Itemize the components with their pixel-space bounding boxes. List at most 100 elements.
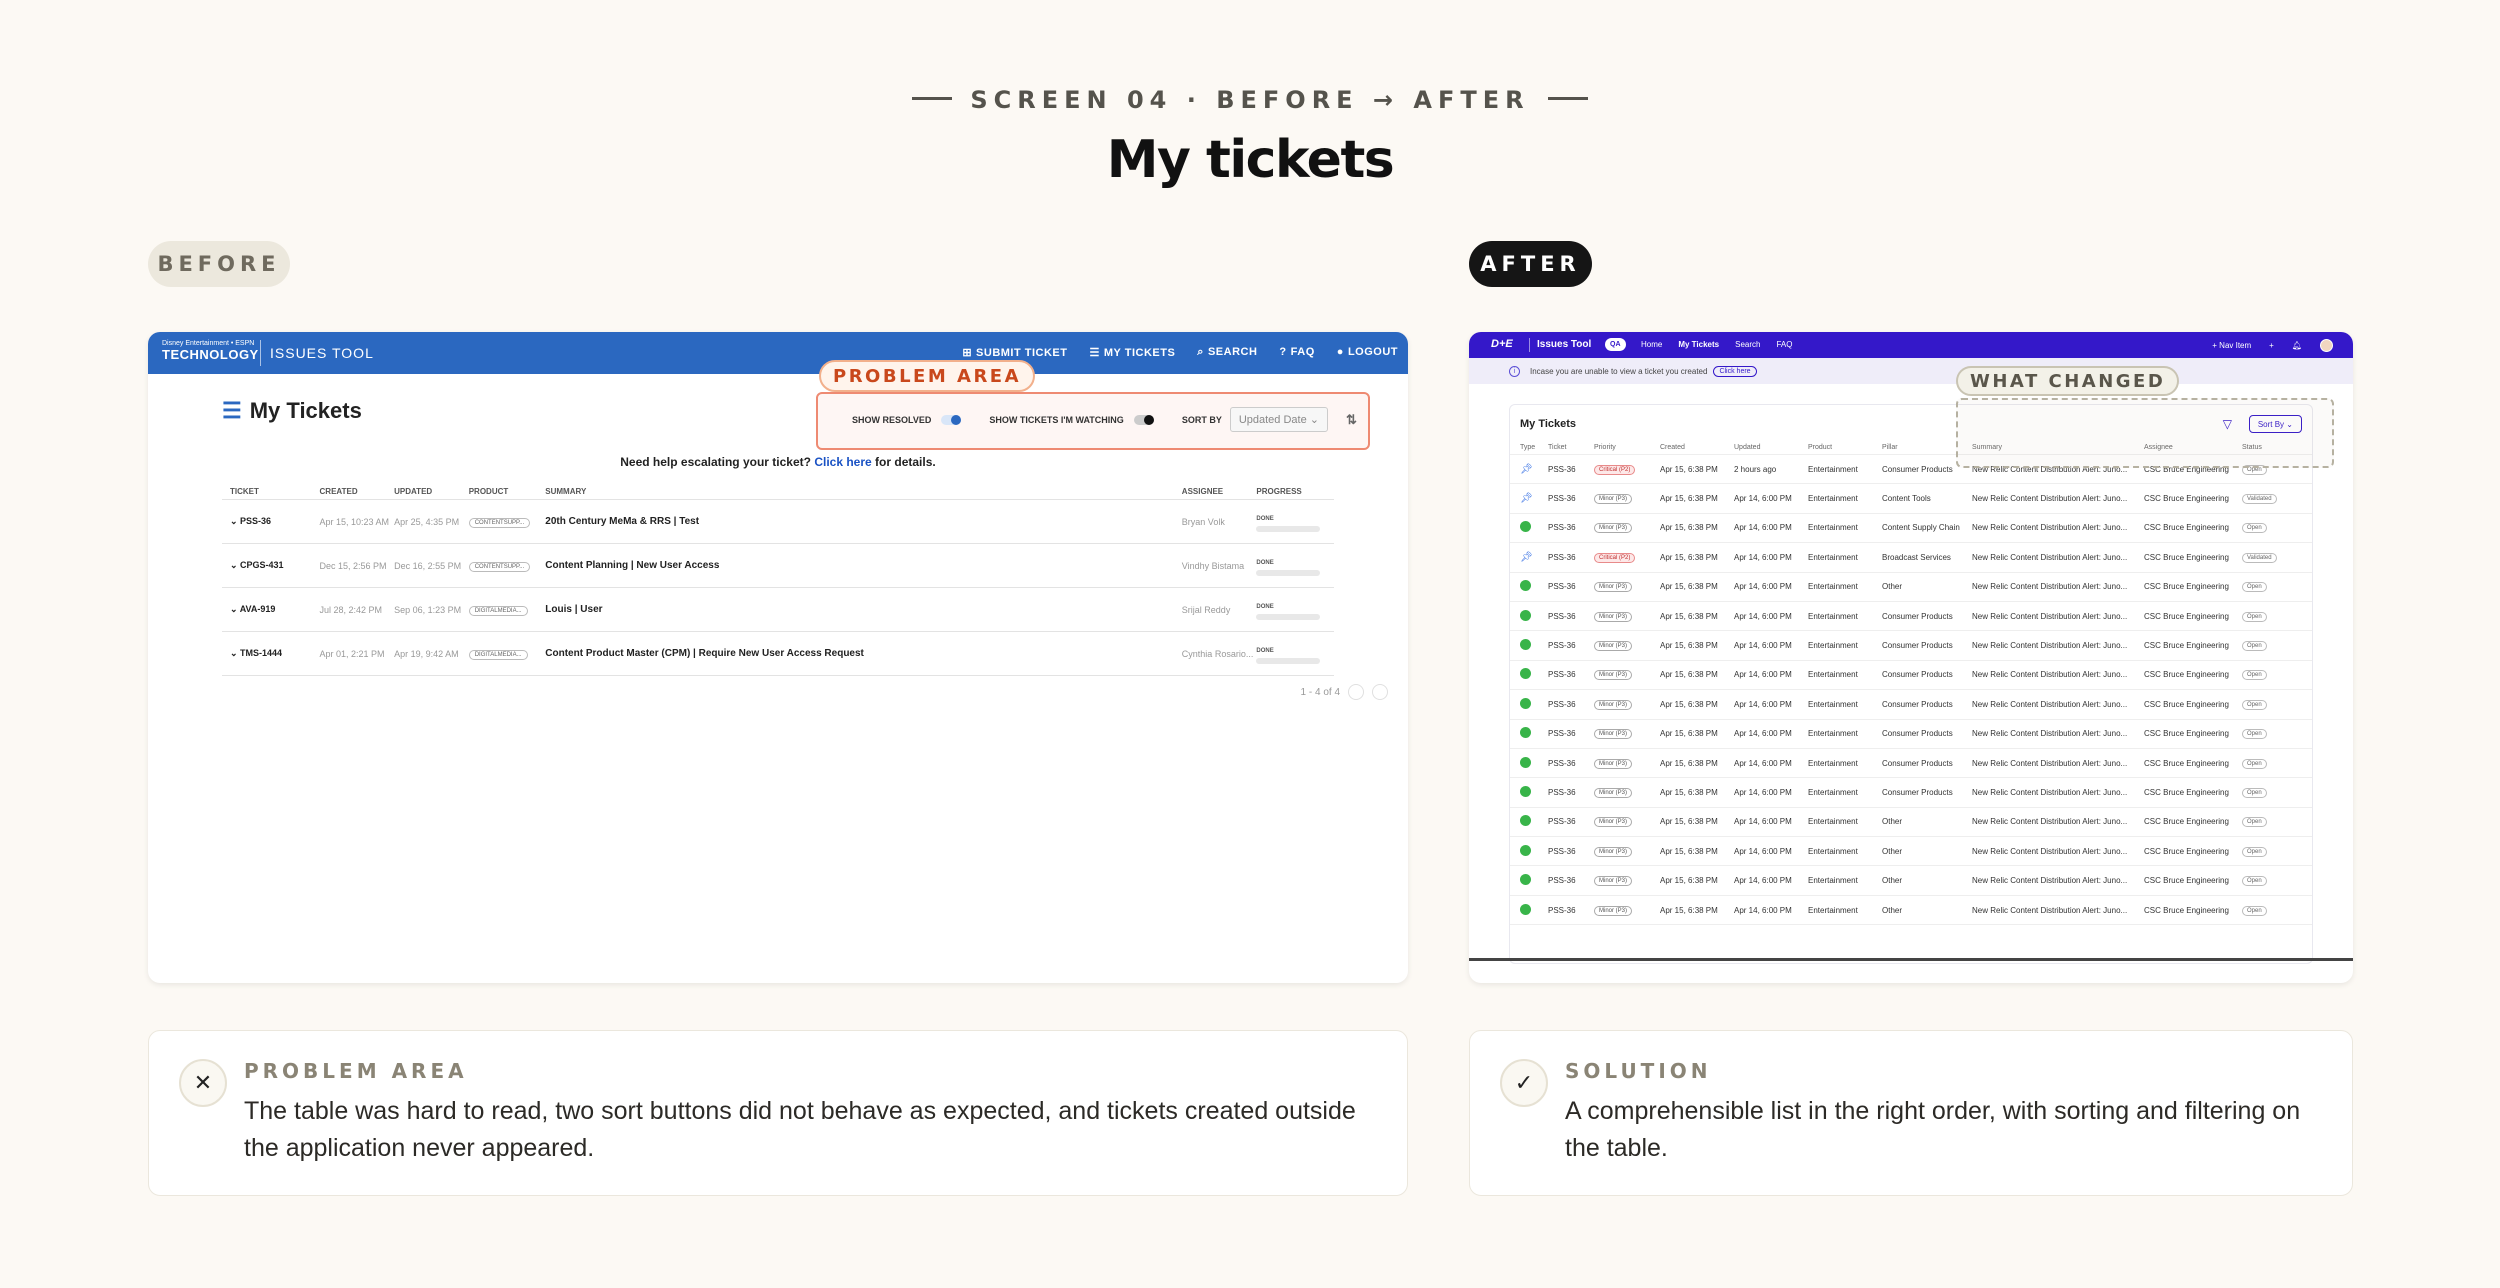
status-cell: Open: [2242, 669, 2302, 681]
pillar-cell: Consumer Products: [1882, 787, 1953, 797]
nav-home[interactable]: Home: [1641, 340, 1662, 349]
pager-prev-button[interactable]: [1348, 684, 1364, 700]
summary-cell: New Relic Content Distribution Alert: Ju…: [1972, 641, 2128, 651]
ticket-id[interactable]: PSS-36: [1548, 494, 1594, 503]
after-tickets-card: My Tickets ▽ Sort By ⌄ Type Ticket Prior…: [1509, 404, 2313, 964]
summary-cell: New Relic Content Distribution Alert: Ju…: [1972, 787, 2128, 797]
table-row[interactable]: PSS-36 Minor (P3) Apr 15, 6:38 PM Apr 14, 6…: [1510, 661, 2312, 691]
table-row[interactable]: ⌄ PSS-36 Apr 15, 10:23 AM Apr 25, 4:35 PM C…: [222, 500, 1334, 544]
status-cell: Validated: [2242, 552, 2302, 563]
priority-badge: Minor (P3): [1594, 494, 1633, 505]
nav-logout[interactable]: ● LOGOUT: [1337, 346, 1398, 359]
nav-submit-ticket[interactable]: ⊞ SUBMIT TICKET: [962, 346, 1067, 359]
ticket-id[interactable]: ⌄ PSS-36: [230, 516, 320, 527]
banner-click-here-button[interactable]: Click here: [1713, 365, 1757, 377]
table-row[interactable]: PSS-36 Minor (P3) Apr 15, 6:38 PM Apr 14, 6…: [1510, 808, 2312, 838]
table-row[interactable]: PSS-36 Minor (P3) Apr 15, 6:38 PM Apr 14, 6…: [1510, 896, 2312, 926]
ticket-id[interactable]: PSS-36: [1548, 847, 1594, 856]
ticket-id[interactable]: ⌄ CPGS-431: [230, 560, 320, 571]
assignee-cell: CSC Bruce Engineering: [2144, 611, 2229, 621]
table-row[interactable]: PSS-36 Minor (P3) Apr 15, 6:38 PM Apr 14, 6…: [1510, 573, 2312, 602]
bug-icon: [1520, 903, 1531, 915]
ticket-id[interactable]: PSS-36: [1548, 641, 1594, 650]
nav-faq[interactable]: FAQ: [1776, 340, 1792, 349]
updated-date: Apr 14, 6:00 PM: [1734, 758, 1792, 768]
after-pill: AFTER: [1469, 241, 1592, 287]
created-date: Apr 15, 6:38 PM: [1660, 523, 1718, 533]
ticket-id[interactable]: ⌄ TMS-1444: [230, 648, 320, 659]
ticket-id[interactable]: PSS-36: [1548, 876, 1594, 885]
created-date: Apr 15, 6:38 PM: [1660, 670, 1718, 680]
table-row[interactable]: PSS-36 Minor (P3) Apr 15, 6:38 PM Apr 14, 6…: [1510, 749, 2312, 779]
nav-search[interactable]: ⌕ SEARCH: [1197, 346, 1257, 359]
bell-icon[interactable]: 🔔︎: [2292, 341, 2302, 350]
ticket-id[interactable]: PSS-36: [1548, 670, 1594, 679]
progress-label: DONE: [1256, 603, 1274, 610]
table-row[interactable]: PSS-36 Minor (P3) Apr 15, 6:38 PM Apr 14, 6…: [1510, 778, 2312, 808]
updated-date: Apr 14, 6:00 PM: [1734, 494, 1792, 504]
table-row[interactable]: PSS-36 Minor (P3) Apr 15, 6:38 PM Apr 14, 6…: [1510, 866, 2312, 896]
ticket-id[interactable]: PSS-36: [1548, 788, 1594, 797]
priority-cell: Minor (P3): [1594, 875, 1660, 887]
table-row[interactable]: PSS-36 Minor (P3) Apr 15, 6:38 PM Apr 14, 6…: [1510, 631, 2312, 661]
nav-my-tickets[interactable]: My Tickets: [1678, 340, 1719, 349]
show-resolved-toggle[interactable]: [941, 414, 962, 425]
nav-search[interactable]: Search: [1735, 340, 1760, 349]
ticket-id[interactable]: PSS-36: [1548, 465, 1594, 474]
nav-faq[interactable]: ? FAQ: [1279, 346, 1314, 359]
ticket-id[interactable]: ⌄ AVA-919: [230, 604, 320, 615]
table-row[interactable]: PSS-36 Minor (P3) Apr 15, 6:38 PM Apr 14, 6…: [1510, 514, 2312, 544]
sort-by-select[interactable]: Updated Date ⌄: [1229, 407, 1328, 432]
after-app-name: Issues Tool: [1537, 339, 1592, 350]
created-date: Apr 15, 6:38 PM: [1660, 817, 1718, 827]
ticket-id[interactable]: PSS-36: [1548, 612, 1594, 621]
product-cell: Entertainment: [1808, 494, 1858, 504]
ticket-id[interactable]: PSS-36: [1548, 553, 1594, 562]
ticket-id[interactable]: PSS-36: [1548, 700, 1594, 709]
type-cell: [1520, 609, 1548, 623]
status-badge: Open: [2242, 523, 2267, 534]
created-date: Apr 15, 6:38 PM: [1660, 787, 1718, 797]
table-row[interactable]: PSS-36 Minor (P3) Apr 15, 6:38 PM Apr 14, 6…: [1510, 837, 2312, 867]
nav-my-tickets[interactable]: ☰ MY TICKETS: [1090, 346, 1176, 359]
sort-direction-icon[interactable]: ⇅: [1346, 412, 1357, 428]
escalation-link[interactable]: Click here: [814, 455, 871, 469]
before-logo: Disney Entertainment • ESPN TECHNOLOGY: [162, 340, 259, 362]
created-date: Apr 01, 2:21 PM: [319, 648, 385, 659]
product-cell: Entertainment: [1808, 846, 1858, 856]
ticket-id[interactable]: PSS-36: [1548, 523, 1594, 532]
avatar[interactable]: [2320, 339, 2333, 352]
priority-badge: Minor (P3): [1594, 641, 1633, 652]
summary-cell: New Relic Content Distribution Alert: Ju…: [1972, 905, 2128, 915]
ticket-id[interactable]: PSS-36: [1548, 729, 1594, 738]
summary-cell: New Relic Content Distribution Alert: Ju…: [1972, 670, 2128, 680]
ticket-id[interactable]: PSS-36: [1548, 817, 1594, 826]
created-date: Apr 15, 6:38 PM: [1660, 699, 1718, 709]
avatar-icon: ●: [1336, 346, 1344, 358]
ticket-id[interactable]: PSS-36: [1548, 759, 1594, 768]
table-row[interactable]: ⌄ CPGS-431 Dec 15, 2:56 PM Dec 16, 2:55 PM…: [222, 544, 1334, 588]
table-row[interactable]: 📌︎ PSS-36 Critical (P2) Apr 15, 6:38 PM Apr …: [1510, 543, 2312, 573]
table-row[interactable]: ⌄ TMS-1444 Apr 01, 2:21 PM Apr 19, 9:42 AM…: [222, 632, 1334, 676]
table-row[interactable]: PSS-36 Minor (P3) Apr 15, 6:38 PM Apr 14, 6…: [1510, 602, 2312, 632]
ticket-id[interactable]: PSS-36: [1548, 906, 1594, 915]
table-row[interactable]: PSS-36 Minor (P3) Apr 15, 6:38 PM Apr 14, 6…: [1510, 690, 2312, 720]
plus-icon[interactable]: +: [2269, 341, 2274, 350]
updated-date: Apr 14, 6:00 PM: [1734, 699, 1792, 709]
new-nav-item-button[interactable]: + Nav Item: [2212, 341, 2251, 350]
show-watching-toggle[interactable]: [1133, 414, 1154, 425]
product-cell: Entertainment: [1808, 641, 1858, 651]
summary-cell: New Relic Content Distribution Alert: Ju…: [1972, 729, 2128, 739]
problem-card: ✕ PROBLEM AREA The table was hard to rea…: [148, 1030, 1408, 1196]
list-icon: ☰: [1089, 347, 1100, 359]
table-row[interactable]: PSS-36 Minor (P3) Apr 15, 6:38 PM Apr 14, 6…: [1510, 720, 2312, 749]
banner-text: Incase you are unable to view a ticket y…: [1530, 366, 1708, 376]
pager-next-button[interactable]: [1372, 684, 1388, 700]
summary-cell: New Relic Content Distribution Alert: Ju…: [1972, 582, 2128, 592]
check-icon: ✓: [1500, 1059, 1548, 1107]
table-row[interactable]: 📌︎ PSS-36 Minor (P3) Apr 15, 6:38 PM Apr 14,…: [1510, 484, 2312, 514]
status-badge: Open: [2242, 817, 2267, 828]
ticket-id[interactable]: PSS-36: [1548, 582, 1594, 591]
assignee-cell: CSC Bruce Engineering: [2144, 641, 2229, 651]
table-row[interactable]: ⌄ AVA-919 Jul 28, 2:42 PM Sep 06, 1:23 PM D…: [222, 588, 1334, 632]
